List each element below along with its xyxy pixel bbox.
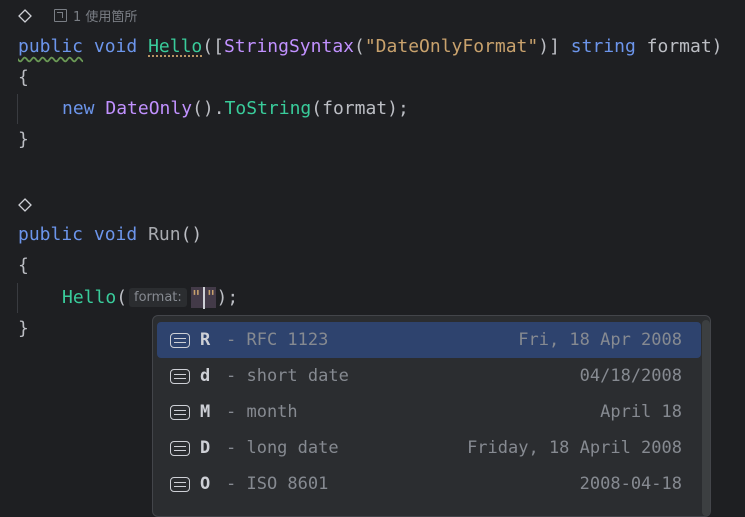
keyword-void: void: [93, 36, 138, 57]
diamond-outline-icon[interactable]: [18, 198, 32, 212]
completion-description: - short date: [226, 366, 349, 386]
completion-key: D: [200, 438, 211, 458]
completion-item[interactable]: R - RFC 1123 Fri, 18 Apr 2008: [157, 322, 701, 358]
code-line-method-signature[interactable]: public void Hello([StringSyntax("DateOnl…: [18, 32, 723, 62]
parameter-format: format): [646, 36, 723, 57]
popup-scrollbar[interactable]: [702, 320, 710, 516]
completion-description: - RFC 1123: [226, 330, 329, 350]
call-hello[interactable]: Hello: [62, 287, 116, 308]
code-line-body[interactable]: new DateOnly().ToString(format);: [62, 94, 409, 124]
text-caret: [202, 287, 205, 309]
keyword-public: public: [18, 36, 84, 57]
parens: (): [180, 224, 203, 245]
text-lines-icon: [170, 368, 190, 384]
arrow-box-icon: [54, 9, 67, 22]
completion-item[interactable]: d - short date 04/18/2008: [157, 358, 701, 394]
attribute-type[interactable]: StringSyntax: [224, 36, 354, 57]
text-lines-icon: [170, 404, 190, 420]
method-name-run[interactable]: Run: [148, 224, 181, 245]
code-line-call[interactable]: Hello(format: " ");: [62, 283, 238, 313]
text-lines-icon: [170, 440, 190, 456]
method-name-hello[interactable]: Hello: [148, 36, 202, 57]
call-rest: );: [216, 287, 239, 308]
parameter-name-hint: format:: [129, 288, 187, 307]
completion-key: R: [200, 330, 211, 350]
indent-guide: [17, 283, 18, 313]
completion-key: d: [200, 366, 211, 386]
quote-close: ": [205, 287, 217, 308]
completion-description: - ISO 8601: [226, 474, 329, 494]
completion-item[interactable]: O - ISO 8601 2008-04-18: [157, 466, 701, 502]
code-editor[interactable]: 1 使用箇所 public void Hello([StringSyntax("…: [0, 0, 745, 517]
text-lines-icon: [170, 332, 190, 348]
text-lines-icon: [170, 476, 190, 492]
bracket-close: )]: [538, 36, 560, 57]
keyword-void: void: [93, 224, 138, 245]
keyword-public: public: [18, 224, 84, 245]
bracket-open: ([: [202, 36, 224, 57]
method-tostring[interactable]: ToString: [225, 98, 312, 119]
code-line-brace-close[interactable]: }: [18, 125, 29, 155]
completion-example: April 18: [600, 402, 682, 422]
completion-example: 2008-04-18: [579, 474, 682, 494]
code-line-brace-open[interactable]: {: [18, 63, 29, 93]
completion-item[interactable]: M - month April 18: [157, 394, 701, 430]
usages-hint[interactable]: 1 使用箇所: [54, 6, 137, 25]
code-line-run-signature[interactable]: public void Run(): [18, 220, 202, 250]
completion-example: Friday, 18 April 2008: [467, 438, 682, 458]
completion-example: 04/18/2008: [579, 366, 682, 386]
type-dateonly[interactable]: DateOnly: [105, 98, 192, 119]
completion-key: O: [200, 474, 211, 494]
completion-description: - long date: [226, 438, 339, 458]
code-line-brace-open-2[interactable]: {: [18, 251, 29, 281]
string-literal[interactable]: " ": [190, 287, 217, 309]
completion-example: Fri, 18 Apr 2008: [518, 330, 682, 350]
completion-popup[interactable]: R - RFC 1123 Fri, 18 Apr 2008 d - short …: [152, 315, 711, 517]
diamond-outline-icon[interactable]: [18, 9, 32, 23]
usages-label: 1 使用箇所: [73, 10, 138, 25]
completion-description: - month: [226, 402, 298, 422]
call-args: (format);: [311, 98, 409, 119]
call-open-paren: (: [116, 287, 128, 308]
keyword-string: string: [570, 36, 636, 57]
completion-key: M: [200, 402, 211, 422]
code-line-brace-close-2[interactable]: }: [18, 314, 29, 344]
keyword-new: new: [62, 98, 95, 119]
indent-guide: [17, 94, 18, 124]
call-open: ().: [192, 98, 225, 119]
attribute-argument: "DateOnlyFormat": [364, 36, 539, 57]
quote-open: ": [190, 287, 202, 308]
completion-item[interactable]: D - long date Friday, 18 April 2008: [157, 430, 701, 466]
paren-open: (: [354, 36, 365, 57]
